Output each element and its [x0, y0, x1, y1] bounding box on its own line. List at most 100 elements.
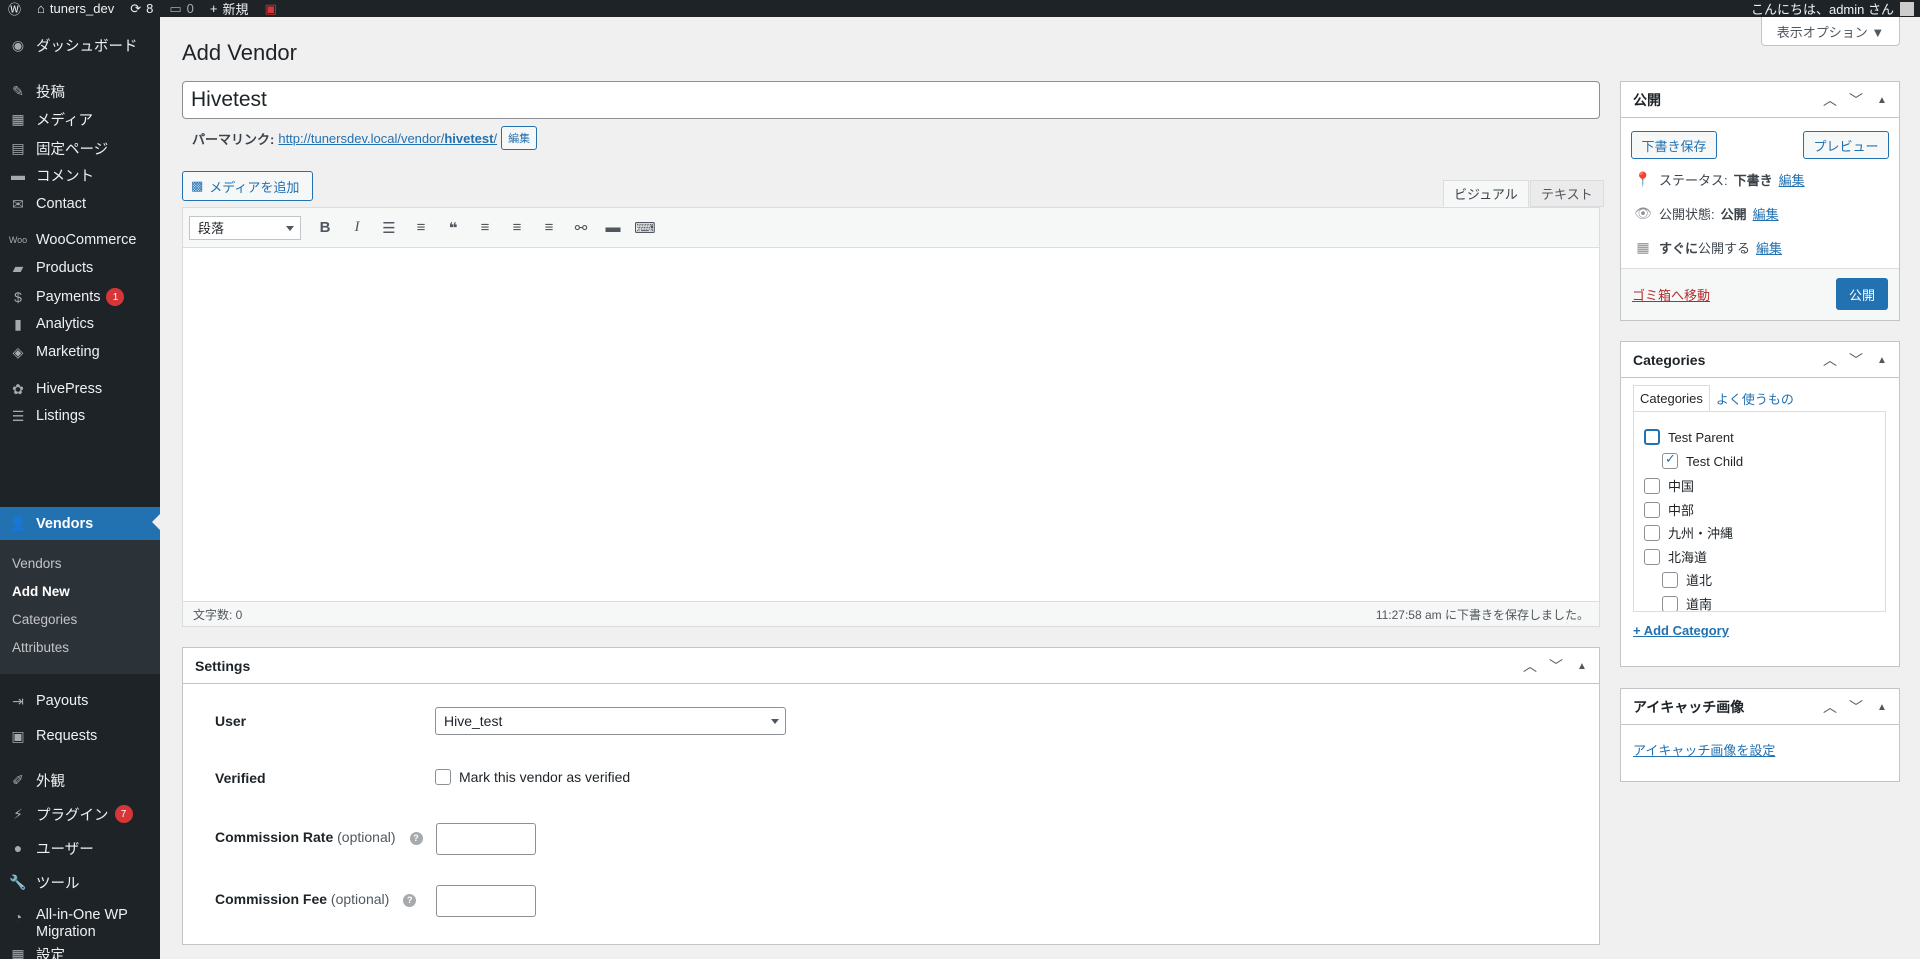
submenu-categories[interactable]: Categories [12, 612, 77, 627]
sidebar-item-contact[interactable]: ✉ Contact [0, 189, 160, 219]
sidebar-item-media[interactable]: ▦ メディア [0, 104, 160, 134]
sidebar-item-tools[interactable]: 🔧 ツール [0, 867, 160, 897]
move-up-icon[interactable]: ︿ [1821, 697, 1839, 717]
tab-all-categories[interactable]: Categories [1633, 385, 1710, 412]
save-draft-button[interactable]: 下書き保存 [1631, 131, 1717, 159]
category-checkbox[interactable] [1644, 548, 1660, 565]
site-name-link[interactable]: ⌂ tuners_dev [29, 0, 122, 17]
verified-checkbox[interactable] [435, 769, 451, 785]
settings-icon: ▦ [11, 945, 25, 959]
visibility-edit-link[interactable]: 編集 [1753, 204, 1779, 223]
submenu-vendors[interactable]: Vendors [12, 556, 62, 571]
move-down-icon[interactable]: ﹀ [1847, 697, 1865, 717]
preview-button[interactable]: プレビュー [1803, 131, 1889, 159]
add-category-link[interactable]: + Add Category [1633, 623, 1729, 638]
sidebar-item-posts[interactable]: ✎ 投稿 [0, 76, 160, 106]
sidebar-item-marketing[interactable]: ◈ Marketing [0, 337, 160, 367]
bold-icon[interactable]: B [309, 213, 341, 243]
submenu-attributes[interactable]: Attributes [12, 640, 69, 655]
sidebar-item-comments[interactable]: ▬ コメント [0, 160, 160, 190]
comments-link[interactable]: ▭ 0 [161, 0, 202, 17]
keyboard-icon[interactable]: ⌨ [629, 213, 661, 243]
align-left-icon[interactable]: ≡ [469, 213, 501, 243]
editor-content-area[interactable] [183, 248, 1599, 603]
read-more-icon[interactable]: ▬ [597, 213, 629, 243]
permalink-label: パーマリンク: [192, 131, 275, 147]
publish-button[interactable]: 公開 [1836, 278, 1888, 310]
trash-link[interactable]: ゴミ箱へ移動 [1632, 285, 1710, 304]
category-checkbox[interactable] [1662, 451, 1678, 469]
sidebar-item-analytics[interactable]: ▮ Analytics [0, 309, 160, 339]
category-checkbox[interactable] [1662, 571, 1678, 588]
sidebar-item-payments[interactable]: $ Payments 1 [0, 282, 160, 312]
category-tabs: Categories よく使うもの [1633, 385, 1800, 412]
category-checkbox[interactable] [1644, 429, 1660, 445]
category-checkbox[interactable] [1644, 524, 1660, 541]
move-down-icon[interactable]: ﹀ [1847, 90, 1865, 110]
sidebar-item-hivepress[interactable]: ✿ HivePress [0, 374, 160, 404]
settings-box-controls: ︿ ﹀ ▲ [1521, 648, 1591, 684]
wp-logo-icon[interactable]: Ⓦ [0, 0, 29, 17]
sidebar-item-dashboard[interactable]: ◉ ダッシュボード [0, 30, 160, 60]
sidebar-item-products[interactable]: ▰ Products [0, 253, 160, 283]
sidebar-item-pages[interactable]: ▤ 固定ページ [0, 133, 160, 163]
screen-options-button[interactable]: 表示オプション ▼ [1761, 17, 1900, 46]
schedule-edit-link[interactable]: 編集 [1756, 238, 1782, 257]
toggle-panel-icon[interactable]: ▲ [1873, 355, 1891, 366]
cart-icon[interactable]: ▣ [256, 0, 284, 17]
title-input[interactable] [182, 81, 1600, 119]
align-center-icon[interactable]: ≡ [501, 213, 533, 243]
sidebar-item-appearance[interactable]: ✐ 外観 [0, 765, 160, 795]
category-checkbox[interactable] [1644, 501, 1660, 518]
tab-popular-categories[interactable]: よく使うもの [1710, 385, 1800, 412]
move-up-icon[interactable]: ︿ [1821, 350, 1839, 370]
status-edit-link[interactable]: 編集 [1779, 170, 1805, 189]
align-right-icon[interactable]: ≡ [533, 213, 565, 243]
bullet-list-icon[interactable]: ☰ [373, 213, 405, 243]
tab-visual[interactable]: ビジュアル [1443, 180, 1529, 207]
requests-icon: ▣ [11, 727, 25, 744]
sidebar-item-vendors[interactable]: 👤 Vendors [0, 507, 160, 540]
avatar[interactable] [1900, 1, 1914, 16]
greeting-link[interactable]: こんにちは、admin さん [1751, 0, 1894, 18]
toggle-panel-icon[interactable]: ▲ [1573, 661, 1591, 672]
help-icon[interactable]: ? [409, 831, 423, 845]
permalink-link[interactable]: http://tunersdev.local/vendor/hivetest/ [278, 131, 497, 146]
italic-icon[interactable]: I [341, 213, 373, 243]
sidebar-item-woocommerce[interactable]: Woo WooCommerce [0, 225, 160, 255]
move-up-icon[interactable]: ︿ [1821, 90, 1839, 110]
sidebar-item-users[interactable]: ● ユーザー [0, 833, 160, 863]
move-up-icon[interactable]: ︿ [1521, 656, 1539, 676]
set-featured-image-link[interactable]: アイキャッチ画像を設定 [1633, 740, 1775, 759]
sidebar-item-payouts[interactable]: ⇥ Payouts [0, 686, 160, 716]
blockquote-icon[interactable]: ❝ [437, 213, 469, 243]
category-checkbox[interactable] [1644, 477, 1660, 494]
move-down-icon[interactable]: ﹀ [1547, 656, 1565, 676]
commission-fee-input[interactable] [436, 885, 536, 917]
category-checkbox[interactable] [1662, 595, 1678, 611]
tab-text[interactable]: テキスト [1530, 180, 1604, 207]
sidebar-item-listings[interactable]: ☰ Listings [0, 401, 160, 431]
new-content-link[interactable]: + 新規 [202, 0, 257, 17]
toggle-panel-icon[interactable]: ▲ [1873, 95, 1891, 106]
sidebar-item-plugins[interactable]: ⚡ プラグイン 7 [0, 799, 160, 829]
move-down-icon[interactable]: ﹀ [1847, 350, 1865, 370]
help-icon[interactable]: ? [403, 893, 417, 907]
format-select[interactable]: 段落 [189, 215, 301, 240]
user-select[interactable]: Hive_test [435, 707, 786, 735]
permalink-edit-button[interactable]: 編集 [501, 126, 538, 150]
submenu-add-new[interactable]: Add New [12, 584, 70, 599]
updates-link[interactable]: ⟳ 8 [122, 0, 161, 17]
sidebar-item-requests[interactable]: ▣ Requests [0, 721, 160, 751]
sidebar-item-migration[interactable]: ◔ All-in-One WP Migration [0, 901, 160, 945]
link-icon[interactable]: ⚯ [565, 213, 597, 243]
commission-rate-input[interactable] [436, 823, 536, 855]
admin-sidebar: ◉ ダッシュボード ✎ 投稿 ▦ メディア ▤ 固定ページ ▬ コメント ✉ Contact… [0, 17, 160, 959]
marketing-icon: ◈ [12, 343, 24, 360]
add-media-button[interactable]: ▩ メディアを追加 [182, 171, 313, 201]
settings-box-header[interactable]: Settings [183, 648, 1599, 684]
toggle-panel-icon[interactable]: ▲ [1873, 702, 1891, 713]
numbered-list-icon[interactable]: ≡ [405, 213, 437, 243]
commission-fee-label: Commission Fee (optional)? [215, 891, 417, 907]
sidebar-item-settings[interactable]: ▦ 設定 [0, 944, 160, 959]
